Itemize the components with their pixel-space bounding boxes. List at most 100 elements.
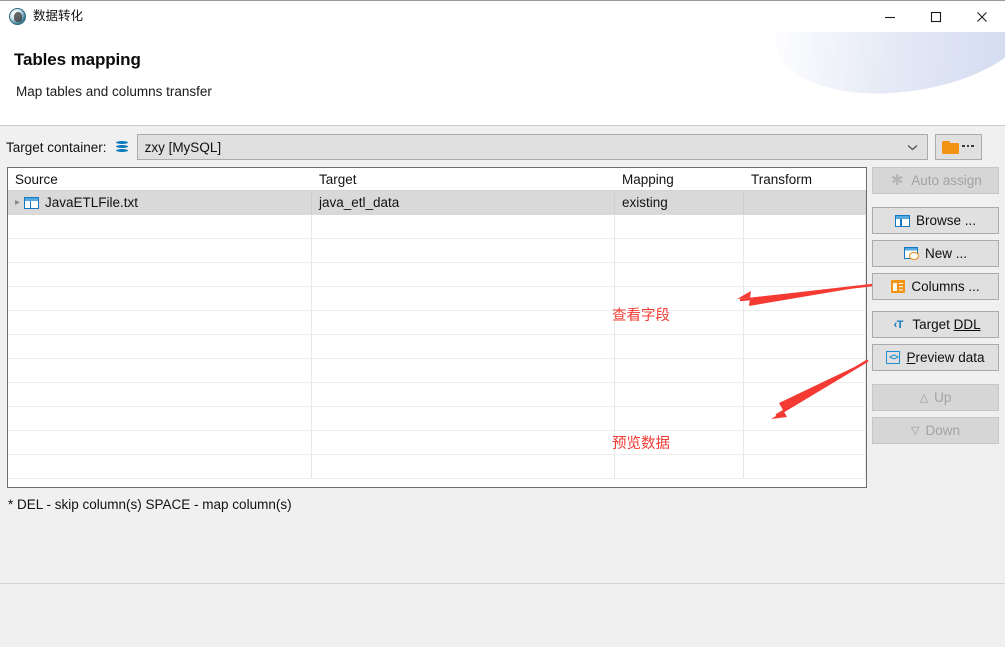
table-row[interactable] <box>8 311 866 335</box>
columns-button[interactable]: Columns ... <box>872 273 999 300</box>
browse-label: Browse ... <box>915 213 977 228</box>
table-header-row: Source Target Mapping Transform <box>8 168 866 191</box>
move-down-button[interactable]: ▽ Down <box>872 417 999 444</box>
cell-source: ▸ JavaETLFile.txt <box>8 191 312 214</box>
page-header: Tables mapping Map tables and columns tr… <box>0 32 1005 126</box>
preview-data-label: Preview data <box>906 350 985 365</box>
cell-mapping <box>615 311 744 334</box>
columns-label: Columns ... <box>911 279 980 294</box>
cell-source <box>8 263 312 286</box>
cell-transform <box>744 287 866 310</box>
cell-mapping: existing <box>615 191 744 214</box>
cell-transform <box>744 431 866 454</box>
keyboard-hint: * DEL - skip column(s) SPACE - map colum… <box>8 497 292 512</box>
minimize-icon[interactable] <box>867 1 913 32</box>
asterisk-icon: ✱ <box>890 171 904 189</box>
cell-target: java_etl_data <box>312 191 615 214</box>
table-row[interactable] <box>8 455 866 479</box>
target-container-row: Target container: zxy [MySQL] <box>0 132 1005 162</box>
auto-assign-label: Auto assign <box>911 173 982 188</box>
cell-source <box>8 215 312 238</box>
table-row[interactable] <box>8 431 866 455</box>
cell-source <box>8 383 312 406</box>
ddl-text-icon: ‹T <box>893 318 904 331</box>
database-icon <box>114 139 130 155</box>
table-row[interactable] <box>8 263 866 287</box>
cell-target <box>312 239 615 262</box>
close-icon[interactable] <box>959 1 1005 32</box>
table-body: ▸ JavaETLFile.txt java_etl_data existing… <box>8 191 866 479</box>
column-header-mapping[interactable]: Mapping <box>615 168 744 190</box>
table-grid-icon <box>24 196 40 209</box>
cell-target <box>312 215 615 238</box>
cell-transform <box>744 407 866 430</box>
preview-data-button[interactable]: <> Preview data <box>872 344 999 371</box>
cell-target <box>312 263 615 286</box>
cell-transform <box>744 263 866 286</box>
table-row[interactable] <box>8 407 866 431</box>
table-row[interactable]: ▸ JavaETLFile.txt java_etl_data existing <box>8 191 866 215</box>
cell-target <box>312 287 615 310</box>
table-row[interactable] <box>8 239 866 263</box>
move-up-button[interactable]: △ Up <box>872 384 999 411</box>
column-header-source[interactable]: Source <box>8 168 312 190</box>
table-grid-icon <box>894 214 910 227</box>
preview-data-mnemonic: P <box>906 350 916 365</box>
dialog-window: 数据转化 Tables mapping Map tables and colum… <box>0 0 1005 647</box>
cell-transform <box>744 455 866 478</box>
table-row[interactable] <box>8 215 866 239</box>
cell-target <box>312 431 615 454</box>
auto-assign-button[interactable]: ✱ Auto assign <box>872 167 999 194</box>
side-button-panel: ✱ Auto assign Browse ... New ... Columns… <box>872 167 999 444</box>
cell-source <box>8 287 312 310</box>
column-header-target[interactable]: Target <box>312 168 615 190</box>
cell-source <box>8 431 312 454</box>
cell-mapping <box>615 287 744 310</box>
table-row[interactable] <box>8 383 866 407</box>
browse-container-button[interactable] <box>934 134 982 160</box>
table-row[interactable] <box>8 287 866 311</box>
cell-mapping <box>615 407 744 430</box>
cell-target <box>312 311 615 334</box>
new-label: New ... <box>924 246 967 261</box>
target-container-label: Target container: <box>6 139 107 155</box>
mapping-table[interactable]: Source Target Mapping Transform ▸ JavaET… <box>7 167 867 488</box>
cell-target <box>312 335 615 358</box>
table-row[interactable] <box>8 359 866 383</box>
target-ddl-label: Target DDL <box>912 317 981 332</box>
cell-mapping <box>615 455 744 478</box>
preview-code-icon: <> <box>886 351 901 364</box>
cell-transform <box>744 335 866 358</box>
cell-target <box>312 407 615 430</box>
app-icon <box>9 8 26 25</box>
target-container-select[interactable]: zxy [MySQL] <box>136 134 928 160</box>
chevron-up-icon: △ <box>919 392 929 404</box>
cell-target <box>312 359 615 382</box>
cell-transform <box>744 215 866 238</box>
target-container-value: zxy [MySQL] <box>144 139 222 155</box>
cell-target <box>312 455 615 478</box>
footer-bar: <上一步(B) 下一步(N)> 开始 取消 CSDN @DATA数据猿 <box>0 584 1005 647</box>
folder-icon <box>942 140 960 154</box>
column-header-transform[interactable]: Transform <box>744 168 866 190</box>
table-row[interactable] <box>8 335 866 359</box>
title-bar: 数据转化 <box>0 1 1005 32</box>
ellipsis-icon <box>962 144 974 150</box>
cell-mapping <box>615 383 744 406</box>
cell-mapping <box>615 335 744 358</box>
window-controls <box>867 1 1005 32</box>
page-title: Tables mapping <box>14 50 141 69</box>
move-up-label: Up <box>934 390 952 405</box>
move-down-label: Down <box>925 423 960 438</box>
target-ddl-button[interactable]: ‹T Target DDL <box>872 311 999 338</box>
cell-mapping <box>615 263 744 286</box>
cell-mapping <box>615 239 744 262</box>
cell-transform <box>744 359 866 382</box>
chevron-right-icon[interactable]: ▸ <box>15 197 20 208</box>
cell-mapping <box>615 359 744 382</box>
browse-button[interactable]: Browse ... <box>872 207 999 234</box>
chevron-down-icon <box>907 135 918 159</box>
maximize-icon[interactable] <box>913 1 959 32</box>
columns-icon <box>891 280 906 293</box>
new-button[interactable]: New ... <box>872 240 999 267</box>
